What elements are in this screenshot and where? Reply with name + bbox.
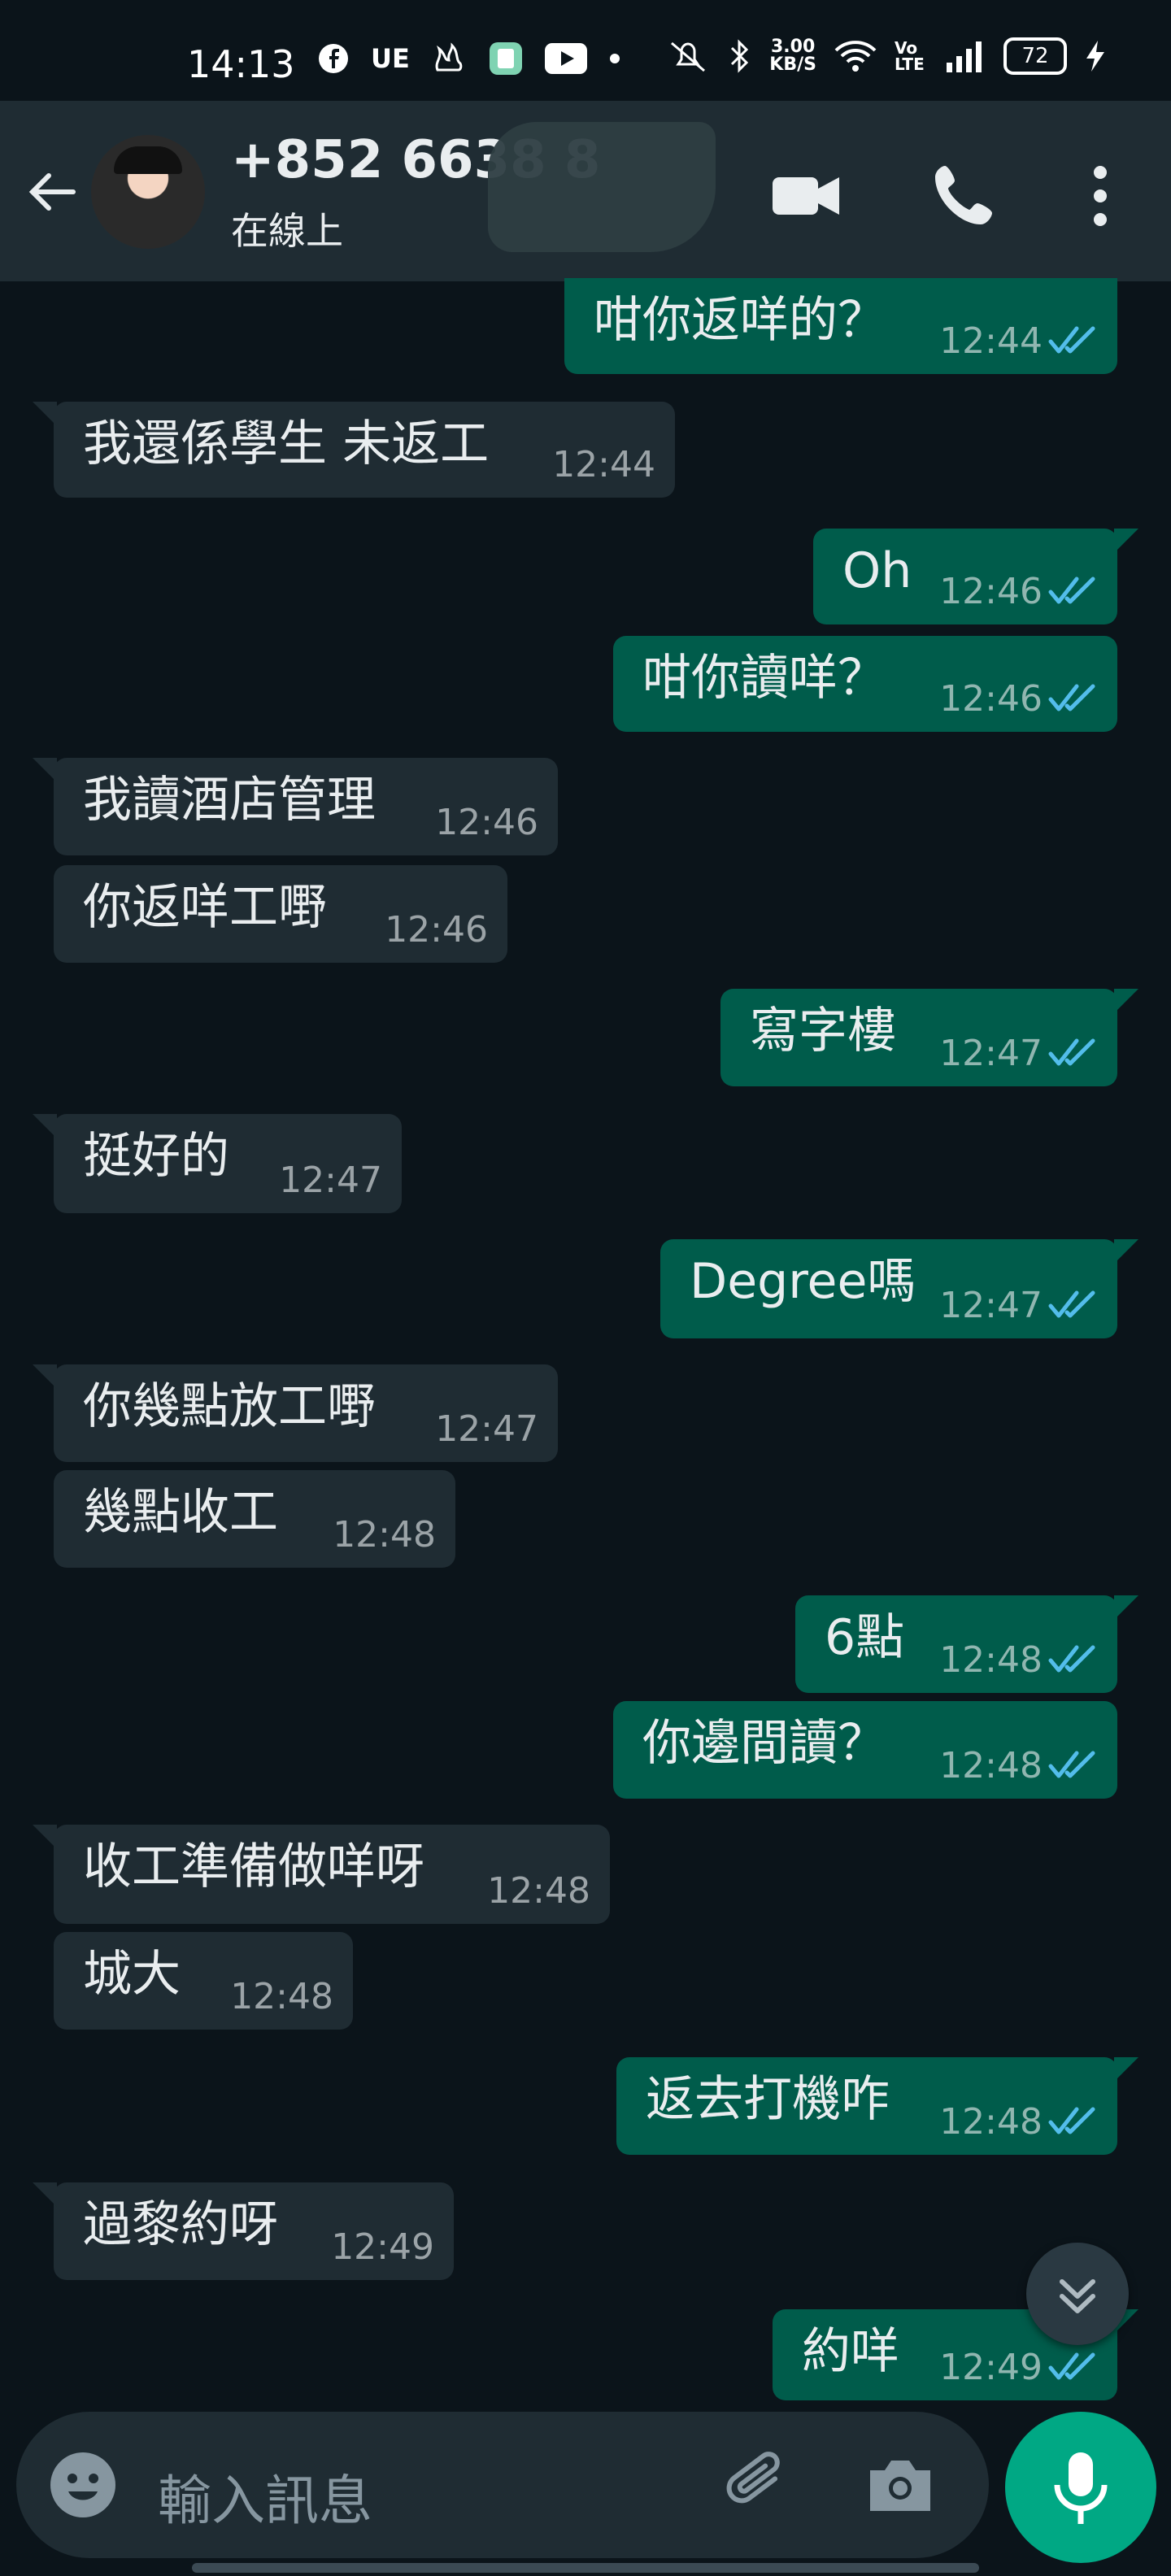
video-call-icon[interactable] [769,159,842,233]
message-text: 挺好的 [83,1128,229,1185]
message-text: 收工準備做咩呀 [83,1838,424,1895]
message-time: 12:46 [435,802,538,843]
message-text: 咁你返咩的？ [594,292,886,349]
incoming-message[interactable]: 我讀酒店管理 12:46 [33,758,558,855]
message-time: 12:46 [939,678,1043,720]
message-input-bar[interactable]: 輸入訊息 [16,2412,989,2558]
message-text: 過黎約呀 [83,2196,278,2253]
message-text: 城大 [83,1946,181,2003]
outgoing-message[interactable]: 咁你讀咩？ 12:46 [613,636,1117,732]
outgoing-message[interactable]: 6點 12:48 [795,1595,1138,1693]
back-arrow-icon[interactable] [23,163,81,221]
message-text: 我還係學生 未返工 [83,416,490,472]
net-speed-unit: KB/S [769,54,816,75]
status-bar: 14:13 UE 3.00 KB/S Vo LTE 72 [0,0,1171,101]
message-time: 12:48 [333,1514,436,1556]
attach-icon[interactable] [724,2448,797,2521]
charging-icon [1086,41,1104,72]
outgoing-message[interactable]: Oh 12:46 [813,529,1138,624]
message-text: Oh [842,542,912,599]
message-time: 12:44 [939,320,1043,362]
message-text: 約咩 [802,2323,899,2380]
outgoing-message[interactable]: 返去打機咋 12:48 [616,2057,1138,2155]
incoming-message[interactable]: 挺好的 12:47 [33,1114,402,1213]
network-speed: 3.00 KB/S [769,38,816,74]
volte-label: Vo LTE [895,38,925,74]
read-receipt-icon [1048,2352,1095,2380]
outgoing-message[interactable]: Degree嗎 12:47 [660,1239,1138,1338]
message-time: 12:48 [939,2101,1043,2143]
message-text: 我讀酒店管理 [83,772,376,829]
more-options-icon[interactable] [1064,159,1137,233]
scroll-down-icon[interactable] [1026,2243,1129,2345]
bluetooth-icon [731,39,749,73]
gesture-bar [192,2563,979,2573]
microphone-icon [1054,2452,1108,2524]
message-time: 12:44 [552,444,655,485]
mute-icon [671,41,706,72]
message-time: 12:48 [939,1745,1043,1786]
message-time: 12:47 [435,1408,538,1450]
message-text: 返去打機咋 [646,2071,890,2128]
message-time: 12:48 [487,1870,590,1912]
app-icon [435,42,463,72]
incoming-message[interactable]: 你幾點放工嘢 12:47 [33,1364,558,1462]
message-time: 12:46 [385,909,488,951]
read-receipt-icon [1048,1038,1095,1066]
incoming-message[interactable]: 你返咩工嘢 12:46 [54,865,507,963]
read-receipt-icon [1048,577,1095,604]
incoming-message[interactable]: 過黎約呀 12:49 [33,2182,454,2280]
message-time: 12:48 [230,1976,333,2017]
avatar[interactable] [91,135,205,249]
wifi-icon [834,41,877,72]
message-time: 12:47 [939,1033,1043,1074]
outgoing-message[interactable]: 咁你返咩的？ 12:44 [564,278,1117,374]
read-receipt-icon [1048,1645,1095,1673]
message-text: 寫字樓 [750,1003,896,1060]
message-time: 12:47 [939,1285,1043,1326]
message-time: 12:47 [279,1160,382,1201]
system-icons: 3.00 KB/S Vo LTE 72 [667,37,1106,75]
message-text: 幾點收工 [83,1484,278,1541]
incoming-message[interactable]: 幾點收工 12:48 [54,1470,455,1568]
phone-call-icon[interactable] [927,159,1000,233]
message-time: 12:49 [331,2226,434,2268]
incoming-message[interactable]: 城大 12:48 [54,1932,353,2030]
incoming-message[interactable]: 我還係學生 未返工 12:44 [33,402,675,498]
incoming-message[interactable]: 收工準備做咩呀 12:48 [33,1825,610,1924]
contact-status: 在線上 [231,209,343,253]
outgoing-message[interactable]: 你邊間讀？ 12:48 [613,1701,1117,1799]
dot-icon [609,54,620,63]
outgoing-message[interactable]: 寫字樓 12:47 [720,989,1138,1086]
read-receipt-icon [1048,2107,1095,2134]
read-receipt-icon [1048,1751,1095,1778]
message-input[interactable]: 輸入訊息 [158,2457,372,2535]
battery-indicator: 72 [1003,37,1067,75]
message-text: 你幾點放工嘢 [83,1378,376,1435]
ue-icon: UE [371,43,410,74]
green-app-icon [489,42,522,75]
read-receipt-icon [1048,1290,1095,1318]
notification-icons: UE [317,41,621,76]
youtube-icon [544,43,587,74]
message-time: 12:48 [939,1639,1043,1681]
facebook-icon [319,44,348,73]
message-text: 你返咩工嘢 [83,879,327,936]
microphone-button[interactable] [1005,2412,1156,2563]
message-text: 咁你讀咩？ [642,650,886,707]
status-time: 14:13 [187,42,295,86]
message-text: Degree嗎 [690,1253,916,1310]
redaction-mark [488,122,716,252]
emoji-icon[interactable] [49,2451,117,2519]
signal-icon [947,41,982,72]
message-time: 12:46 [939,571,1043,612]
camera-icon[interactable] [865,2451,935,2521]
message-time: 12:49 [939,2347,1043,2388]
read-receipt-icon [1048,326,1095,354]
net-speed-value: 3.00 [771,37,816,57]
message-text: 6點 [825,1609,905,1666]
message-text: 你邊間讀？ [642,1715,886,1772]
read-receipt-icon [1048,684,1095,711]
